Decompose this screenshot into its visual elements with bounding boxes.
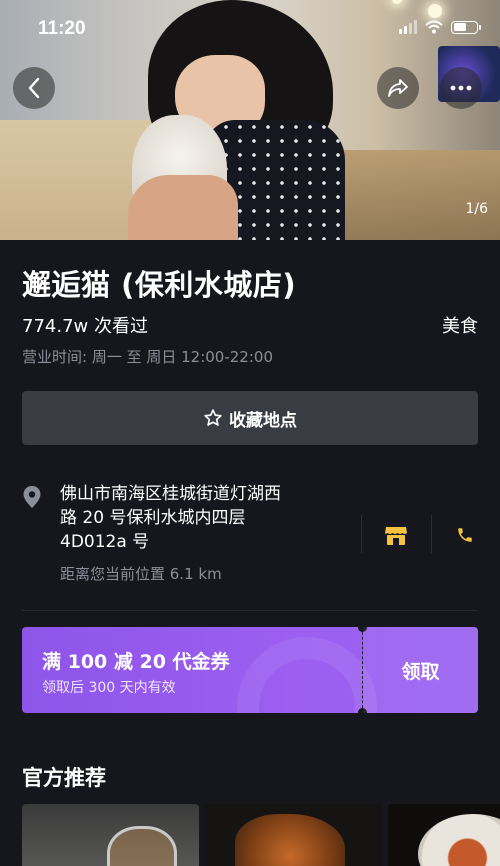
recommend-list xyxy=(22,804,500,866)
call-button[interactable] xyxy=(450,520,480,550)
star-icon xyxy=(204,409,222,426)
claim-coupon-button[interactable]: 领取 xyxy=(363,627,478,713)
fried-food-image xyxy=(235,814,345,866)
hero-light xyxy=(428,4,442,18)
place-detail: 邂逅猫 (保利水城店) 774.7w 次看过 美食 营业时间: 周一 至 周日 … xyxy=(0,240,500,866)
status-icons xyxy=(399,20,481,34)
signal-icon xyxy=(399,20,417,34)
address-line: 路 20 号保利水城内四层 xyxy=(60,508,246,528)
recommend-item[interactable] xyxy=(388,804,500,866)
battery-icon xyxy=(451,20,481,34)
share-button[interactable] xyxy=(377,67,419,109)
address-line: 佛山市南海区桂城街道灯湖西 xyxy=(60,484,281,504)
place-name: 邂逅猫 (保利水城店) xyxy=(22,268,297,302)
hero-bg-tables xyxy=(330,150,500,240)
divider xyxy=(431,515,432,553)
pasta-plate-image xyxy=(418,814,500,866)
address-line: 4D012a 号 xyxy=(60,532,150,552)
coupon-card[interactable]: 满 100 减 20 代金券 领取后 300 天内有效 领取 xyxy=(22,627,478,713)
view-count: 774.7w 次看过 xyxy=(22,316,148,337)
store-icon xyxy=(385,527,407,545)
category-tag: 美食 xyxy=(442,316,478,337)
favorite-place-button[interactable]: 收藏地点 xyxy=(22,391,478,445)
store-button[interactable] xyxy=(381,520,411,550)
distance-text: 距离您当前位置 6.1 km xyxy=(60,565,222,583)
recommend-item[interactable] xyxy=(22,804,199,866)
hero-photo[interactable]: 11:20 1/6 xyxy=(0,0,500,240)
location-pin-icon xyxy=(23,486,41,508)
address-text[interactable]: 佛山市南海区桂城街道灯湖西 路 20 号保利水城内四层 4D012a 号 xyxy=(60,482,340,554)
hero-light xyxy=(392,0,402,4)
phone-icon xyxy=(458,528,472,542)
section-title-recommend: 官方推荐 xyxy=(22,766,106,790)
coupon-decoration xyxy=(237,637,377,713)
favorite-label: 收藏地点 xyxy=(229,410,297,431)
business-hours: 营业时间: 周一 至 周日 12:00-22:00 xyxy=(22,348,273,366)
divider xyxy=(361,515,362,553)
address-block: 佛山市南海区桂城街道灯湖西 路 20 号保利水城内四层 4D012a 号 距离您… xyxy=(0,480,500,610)
share-icon xyxy=(388,79,408,97)
chevron-left-icon xyxy=(28,77,40,99)
coupon-title: 满 100 减 20 代金券 xyxy=(42,651,230,673)
more-button[interactable] xyxy=(440,67,482,109)
coupon-validity: 领取后 300 天内有效 xyxy=(42,680,176,696)
photo-counter: 1/6 xyxy=(465,201,488,217)
recommend-item[interactable] xyxy=(205,804,382,866)
divider xyxy=(22,610,478,611)
more-dots-icon xyxy=(450,85,472,91)
teapot-image xyxy=(107,826,177,866)
wifi-icon xyxy=(425,20,443,34)
hero-person-arm xyxy=(128,175,238,240)
back-button[interactable] xyxy=(13,67,55,109)
status-time: 11:20 xyxy=(38,18,86,39)
